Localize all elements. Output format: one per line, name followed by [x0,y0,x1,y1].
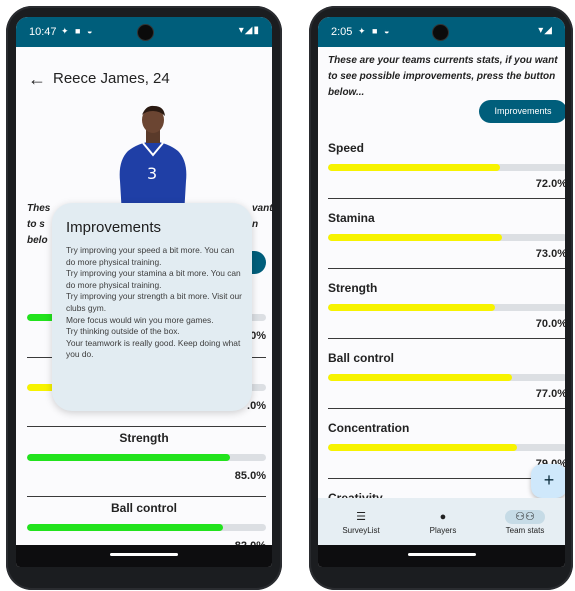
intro-text-tail: vant n [252,203,272,230]
divider [328,198,565,199]
divider [27,426,266,427]
stamina-percent: 73.0% [535,248,565,260]
status-bar: 2:05 ✦ ■ ◒ ▾◢ [318,17,565,47]
stat-name-concentration: Concentration [328,421,410,435]
concentration-bar [328,444,565,451]
stamina-bar [328,234,565,241]
strength-percent: 85.0% [234,470,266,482]
bottom-navigation: ☰ SurveyList ● Players ⚇⚇ Team stats [318,498,565,548]
left-phone: 10:47 ✦ ■ ◒ ▾◢▮ ← Reece James, 24 3 Thes… [6,6,282,590]
improvements-dialog: Improvements Try improving your speed a … [52,203,252,411]
home-pill[interactable] [407,553,476,556]
intro-text: These are your teams currents stats, if … [328,55,558,98]
player-photo: 3 [119,105,187,215]
svg-text:3: 3 [147,164,157,183]
person-icon: ● [439,511,447,523]
status-time: 10:47 [29,26,57,38]
nav-players[interactable]: ● Players [400,498,486,535]
plus-icon: + [543,470,555,490]
nav-surveylist[interactable]: ☰ SurveyList [318,498,404,535]
ball-control-bar-fill [27,524,223,531]
camera-cutout [137,24,154,41]
right-screen: 2:05 ✦ ■ ◒ ▾◢ These are your teams curre… [318,17,565,567]
strength-percent: 70.0% [535,318,565,330]
list-icon: ☰ [356,511,366,523]
right-phone: 2:05 ✦ ■ ◒ ▾◢ These are your teams curre… [309,6,573,590]
status-bar: 10:47 ✦ ■ ◒ ▾◢▮ [16,17,272,47]
strength-bar-fill [27,454,231,461]
divider [27,496,266,497]
left-screen: 10:47 ✦ ■ ◒ ▾◢▮ ← Reece James, 24 3 Thes… [16,17,272,567]
improvements-button[interactable]: Improvements [479,100,565,123]
system-nav-bar [16,545,272,567]
divider [328,268,565,269]
system-nav-bar [318,545,565,567]
ball-control-percent: 77.0% [535,388,565,400]
speed-bar-fill [328,164,501,171]
ball-control-bar [328,374,565,381]
group-icon: ⚇⚇ [505,510,545,524]
stat-name-ball-control: Ball control [110,501,177,515]
notification-icons: ✦ ■ ◒ [61,26,95,36]
speed-percent: 72.0% [535,178,565,190]
strength-bar [328,304,565,311]
camera-cutout [432,24,449,41]
nav-team-stats[interactable]: ⚇⚇ Team stats [482,498,565,535]
dialog-body: Try improving your speed a bit more. You… [66,245,242,360]
dialog-title: Improvements [66,219,162,236]
home-pill[interactable] [110,553,178,556]
stat-name-ball-control: Ball control [328,351,395,365]
stat-name-strength: Strength [328,281,378,295]
notification-icons: ✦ ■ ◒ [358,26,392,36]
strength-bar [27,454,266,461]
divider [328,408,565,409]
divider [328,338,565,339]
speed-bar [328,164,565,171]
stat-name-speed: Speed [328,141,365,155]
back-arrow-icon[interactable]: ← [28,69,46,90]
signal-battery-icons: ▾◢ [538,25,553,36]
stamina-bar-fill [328,234,503,241]
page-title: Reece James, 24 [53,70,170,87]
stat-name-stamina: Stamina [328,211,375,225]
stat-name-strength: Strength [119,431,169,445]
strength-bar-fill [328,304,496,311]
concentration-bar-fill [328,444,517,451]
signal-battery-icons: ▾◢▮ [238,25,260,36]
ball-control-bar-fill [328,374,513,381]
ball-control-bar [27,524,266,531]
divider [328,478,565,479]
intro-text-fragment: Thes to s belo [27,203,51,246]
status-time: 2:05 [331,26,353,38]
add-fab[interactable]: + [531,464,565,498]
